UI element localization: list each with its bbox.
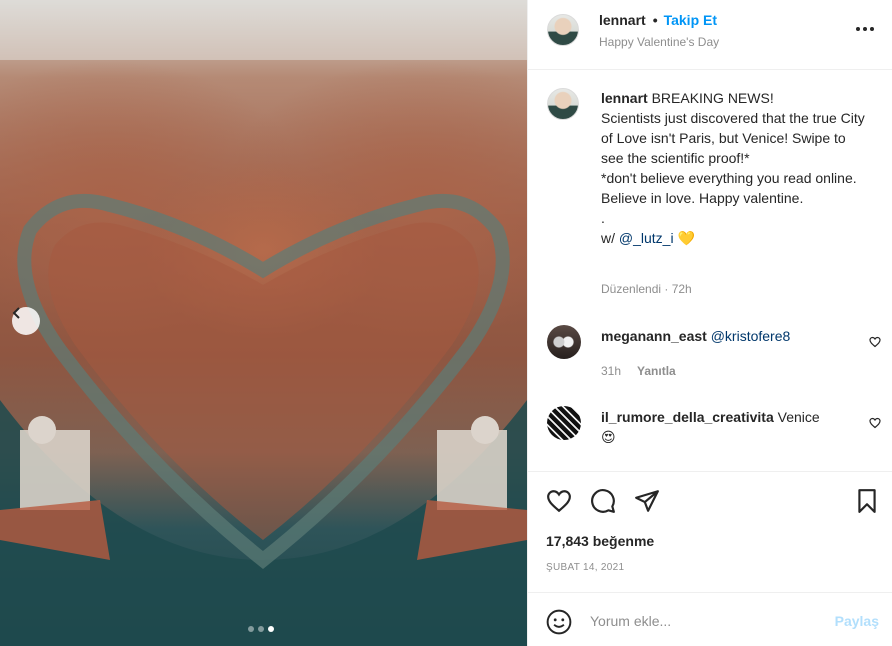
church-right (437, 416, 507, 510)
caption-line: Scientists just discovered that the true… (601, 110, 865, 166)
comment-username[interactable]: meganann_east (601, 328, 707, 344)
post-image[interactable] (0, 0, 527, 646)
carousel-indicator (248, 626, 274, 632)
comment-time: 31h (601, 364, 622, 378)
action-bar (528, 471, 892, 531)
comment-mention[interactable]: @kristofere8 (711, 328, 791, 344)
post-location[interactable]: Happy Valentine's Day (599, 35, 719, 49)
comment-button[interactable] (590, 488, 616, 514)
post-header: lennart • Takip Et Happy Valentine's Day (528, 0, 892, 70)
venice-heart-illustration (0, 0, 527, 646)
post-comment-button[interactable]: Paylaş (835, 613, 879, 629)
post-date: ŞUBAT 14, 2021 (546, 562, 625, 573)
caption-edited-time: Düzenlendi · 72h (601, 282, 692, 296)
like-button[interactable] (546, 488, 572, 514)
caption-mention[interactable]: @_lutz_i (619, 230, 674, 246)
comment-meta: 31h Yanıtla (601, 364, 676, 378)
more-options-button[interactable] (856, 27, 874, 31)
emoji-picker-button[interactable] (546, 609, 572, 635)
carousel-dot (258, 626, 264, 632)
comment: il_rumore_della_creativita Venice 😍 (601, 407, 861, 447)
follow-button[interactable]: Takip Et (664, 12, 717, 28)
comment-username[interactable]: il_rumore_della_creativita (601, 409, 774, 425)
author-avatar[interactable] (547, 14, 579, 46)
reply-button[interactable]: Yanıtla (637, 364, 676, 378)
heart-icon[interactable] (869, 336, 881, 348)
share-button[interactable] (634, 488, 660, 514)
caption-username[interactable]: lennart (601, 90, 648, 106)
yellow-heart-emoji: 💛 (677, 230, 695, 246)
heart-eyes-emoji: 😍 (601, 429, 616, 445)
commenter-avatar[interactable] (547, 406, 581, 440)
chevron-left-icon (12, 307, 20, 319)
like-count[interactable]: 17,843 beğenme (546, 533, 654, 549)
author-username[interactable]: lennart (599, 12, 646, 28)
comment: meganann_east @kristofere8 (601, 326, 861, 346)
save-button[interactable] (854, 488, 880, 514)
church-left (20, 416, 90, 510)
add-comment-bar: Paylaş (528, 592, 892, 646)
caption-w-prefix: w/ (601, 230, 619, 246)
caption-text: lennart BREAKING NEWS! Scientists just d… (601, 88, 871, 248)
post-details-panel: lennart • Takip Et Happy Valentine's Day… (527, 0, 892, 646)
carousel-dot (248, 626, 254, 632)
carousel-dot-active (268, 626, 274, 632)
author-line: lennart • Takip Et (599, 12, 717, 28)
caption-line: BREAKING NEWS! (651, 90, 774, 106)
comment-input[interactable] (590, 609, 820, 633)
separator-dot: • (652, 12, 658, 28)
previous-slide-button[interactable] (12, 307, 40, 335)
caption-author-avatar[interactable] (547, 88, 579, 120)
more-horizontal-icon (856, 27, 860, 31)
caption-line: . (601, 210, 605, 226)
heart-icon[interactable] (869, 417, 881, 429)
comments-section: lennart BREAKING NEWS! Scientists just d… (528, 70, 892, 470)
caption-line: *don't believe everything you read onlin… (601, 170, 857, 206)
comment-body: Venice (777, 409, 820, 425)
commenter-avatar[interactable] (547, 325, 581, 359)
